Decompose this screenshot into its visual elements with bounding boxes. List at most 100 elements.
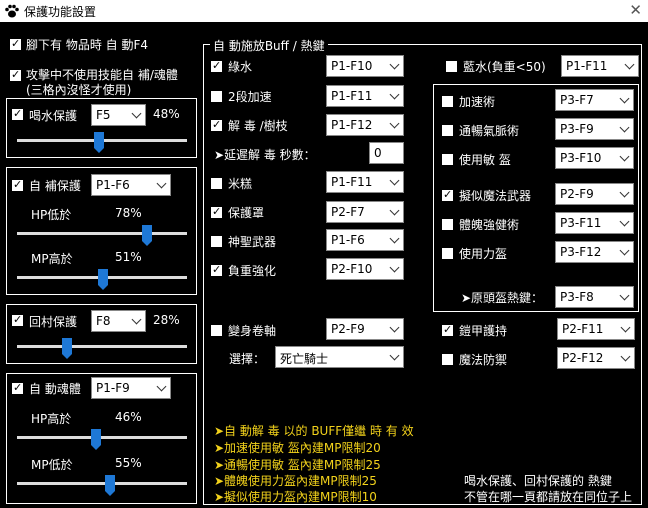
helmet-item-key-value: P3-F9: [560, 122, 594, 136]
helmet-item-checkbox[interactable]: [442, 96, 453, 107]
buff-item-checkbox[interactable]: [211, 263, 222, 276]
helmet-item-key-select[interactable]: P3-F9: [555, 118, 634, 140]
chevron-down-icon: [619, 93, 630, 104]
helmet-item-checkbox[interactable]: [442, 154, 453, 165]
helmet-item-key-select[interactable]: P3-F11: [555, 212, 634, 234]
helmet-item-key-select[interactable]: P2-F9: [555, 183, 634, 205]
buff-item-checkbox[interactable]: [211, 91, 222, 102]
self-heal-key-select[interactable]: P1-F6: [91, 174, 171, 196]
buff-item-key-select[interactable]: P1-F12: [326, 114, 404, 136]
chevron-down-icon: [620, 322, 631, 333]
soul-group: 自 動魂體 P1-F9 HP高於 46% MP低於 55%: [6, 373, 197, 504]
transform-label: 變身卷軸: [228, 324, 277, 338]
return-village-slider-track[interactable]: [17, 345, 187, 348]
self-heal-hp-slider-track[interactable]: [17, 232, 187, 235]
return-village-slider-thumb[interactable]: [62, 338, 72, 359]
transform-checkbox[interactable]: [211, 325, 222, 336]
self-heal-hp-label: HP低於: [31, 208, 72, 222]
helmet-item-checkbox[interactable]: [442, 125, 453, 136]
chevron-down-icon: [389, 322, 400, 333]
helmet-item-label: 擬似魔法武器: [459, 189, 532, 203]
soul-hp-slider-track[interactable]: [17, 436, 187, 439]
drop-pickup-checkbox[interactable]: [10, 37, 21, 50]
transform-target-select[interactable]: 死亡騎士: [275, 346, 404, 368]
helmet-item-label: 體魄強健術: [459, 218, 520, 232]
return-village-percent: 28%: [153, 313, 180, 327]
soul-checkbox[interactable]: [12, 381, 23, 394]
helmet-item-checkbox[interactable]: [442, 219, 453, 230]
buff-item-label: 神聖武器: [228, 235, 277, 249]
return-village-label: 回村保護: [29, 315, 78, 329]
helmet-item-key-value: P3-F7: [560, 93, 594, 107]
buff-item-checkbox[interactable]: [211, 236, 222, 247]
chevron-down-icon: [389, 59, 400, 70]
return-village-checkbox[interactable]: [12, 313, 23, 326]
chevron-down-icon: [389, 262, 400, 273]
blue-water-checkbox[interactable]: [446, 61, 457, 72]
note-line: ➤自 動解 毒 以的 BUFF僅繼 時 有 效: [214, 424, 414, 438]
buff-item-key-value: P1-F6: [331, 233, 365, 247]
close-icon[interactable]: ✕: [629, 1, 642, 19]
buff-item-checkbox[interactable]: [211, 205, 222, 218]
magic-def-checkbox[interactable]: [442, 354, 453, 365]
potion-checkbox[interactable]: [12, 107, 23, 120]
buff-item-key-select[interactable]: P1-F6: [326, 229, 404, 251]
buff-item-label: 綠水: [228, 60, 253, 74]
chevron-down-icon: [389, 175, 400, 186]
note-line: ➤擬似使用力盔內建MP限制10: [214, 490, 377, 504]
chevron-down-icon: [389, 233, 400, 244]
note-line: ➤體魄使用力盔內建MP限制25: [214, 474, 377, 488]
window-title: 保護功能設置: [24, 5, 97, 19]
chevron-down-icon: [156, 381, 167, 392]
buff-item-key-value: P1-F12: [331, 118, 373, 132]
self-heal-hp-slider-thumb[interactable]: [142, 225, 152, 246]
helmet-item-key-select[interactable]: P3-F7: [555, 89, 634, 111]
soul-hp-label: HP高於: [31, 412, 72, 426]
soul-mp-slider-track[interactable]: [17, 482, 187, 485]
chevron-down-icon: [389, 205, 400, 216]
soul-key-select[interactable]: P1-F9: [91, 377, 171, 399]
buff-item-checkbox[interactable]: [211, 118, 222, 131]
self-heal-label: 自 補保護: [29, 179, 81, 193]
helmet-item-key-select[interactable]: P3-F12: [555, 241, 634, 263]
hint-line: 不管在哪一頁都請放在同位子上: [464, 490, 633, 504]
buff-item-key-select[interactable]: P1-F11: [326, 85, 404, 107]
return-village-key-select[interactable]: F8: [91, 310, 146, 332]
no-skill-combat-checkbox[interactable]: [10, 68, 21, 81]
soul-hp-slider-thumb[interactable]: [91, 429, 101, 450]
chevron-down-icon: [619, 122, 630, 133]
paw-icon: [5, 4, 19, 18]
buff-item-key-select[interactable]: P2-F7: [326, 201, 404, 223]
potion-slider-thumb[interactable]: [94, 132, 104, 153]
buff-item-key-select[interactable]: P2-F10: [326, 258, 404, 280]
chevron-down-icon: [619, 290, 630, 301]
buff-item-label: 解 毒 /樹枝: [228, 119, 288, 133]
delay-label: ➤延遲解 毒 秒數：: [214, 148, 316, 162]
buff-item-checkbox[interactable]: [211, 59, 222, 72]
note-line: ➤加速使用敏 盔內建MP限制20: [214, 441, 381, 455]
helmet-hotkey-select[interactable]: P3-F8: [555, 286, 634, 308]
soul-mp-label: MP低於: [31, 458, 73, 472]
self-heal-key-value: P1-F6: [96, 178, 130, 192]
transform-key-select[interactable]: P2-F9: [326, 318, 404, 340]
self-heal-mp-slider-thumb[interactable]: [98, 269, 108, 290]
magic-def-key-select[interactable]: P2-F12: [557, 347, 635, 369]
blue-water-key-select[interactable]: P1-F11: [561, 55, 639, 77]
chevron-down-icon: [619, 216, 630, 227]
delay-input[interactable]: 0: [369, 142, 404, 164]
potion-key-value: F5: [96, 108, 111, 122]
helmet-item-key-select[interactable]: P3-F10: [555, 147, 634, 169]
helmet-item-label: 使用力盔: [459, 247, 508, 261]
buff-item-key-select[interactable]: P1-F10: [326, 55, 404, 77]
helmet-item-key-value: P3-F10: [560, 151, 602, 165]
buff-item-checkbox[interactable]: [211, 178, 222, 189]
soul-mp-slider-thumb[interactable]: [105, 475, 115, 496]
armor-checkbox[interactable]: [442, 323, 453, 336]
buff-item-key-select[interactable]: P1-F11: [326, 171, 404, 193]
armor-label: 鎧甲護持: [459, 324, 508, 338]
armor-key-select[interactable]: P2-F11: [557, 318, 635, 340]
potion-key-select[interactable]: F5: [91, 104, 146, 126]
helmet-item-checkbox[interactable]: [442, 188, 453, 201]
self-heal-checkbox[interactable]: [12, 178, 23, 191]
helmet-item-checkbox[interactable]: [442, 248, 453, 259]
